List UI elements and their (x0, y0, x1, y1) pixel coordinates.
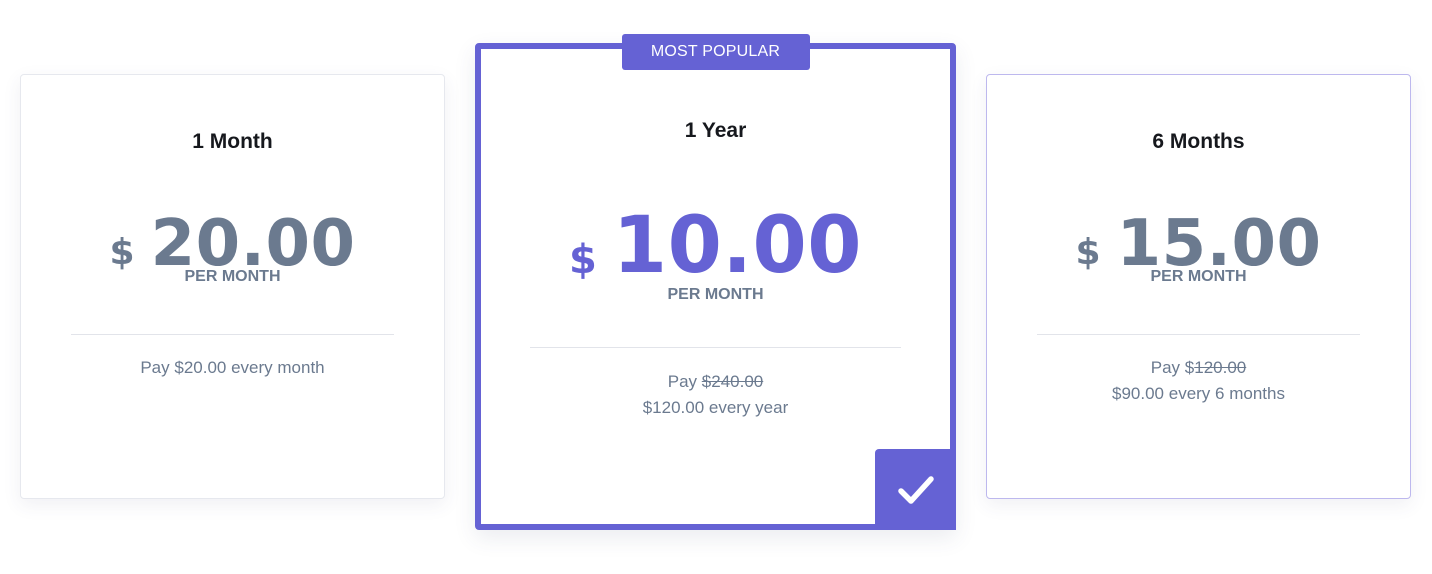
price: $ 15.00 (987, 199, 1410, 279)
divider (530, 347, 901, 348)
billing-description: Pay $120.00 $90.00 every 6 months (987, 355, 1410, 407)
currency-symbol: $ (568, 237, 597, 283)
price-period: PER MONTH (184, 268, 281, 285)
plan-title: 1 Month (192, 130, 273, 153)
price-period: PER MONTH (1150, 268, 1247, 285)
currency-symbol: $ (1075, 232, 1101, 273)
pay-prefix: Pay (140, 358, 175, 377)
original-price: 120.00 (1194, 358, 1247, 377)
divider (1037, 334, 1360, 335)
most-popular-badge: MOST POPULAR (621, 34, 810, 70)
plan-title: 6 Months (1152, 130, 1245, 153)
plan-card-1-month[interactable]: 1 Month $ 20.00 PER MONTH Pay $20.00 eve… (20, 74, 445, 499)
plan-card-1-year[interactable]: MOST POPULAR 1 Year $ 10.00 PER MONTH Pa… (475, 34, 956, 530)
plan-title: 1 Year (684, 119, 747, 142)
price: $ 20.00 (21, 199, 444, 279)
billing-description: Pay $20.00 every month (21, 355, 444, 381)
billing-line-2: $120.00 every year (642, 398, 789, 417)
checkmark-icon (897, 475, 934, 504)
price-period: PER MONTH (667, 286, 764, 303)
plan-card-6-months[interactable]: 6 Months $ 15.00 PER MONTH Pay $120.00 $… (986, 74, 1411, 499)
pay-prefix: Pay (667, 372, 702, 391)
billing-line-1: Pay $240.00 (481, 369, 950, 395)
pay-prefix: Pay $ (1150, 358, 1195, 377)
pay-amount: $20.00 every month (174, 358, 325, 377)
billing-description: Pay $240.00 $120.00 every year (481, 369, 950, 421)
billing-line-2: $90.00 every 6 months (1112, 384, 1285, 403)
price-amount: 10.00 (612, 201, 863, 291)
currency-symbol: $ (109, 232, 135, 273)
billing-line-1: Pay $120.00 (987, 355, 1410, 381)
divider (71, 334, 394, 335)
price: $ 10.00 (481, 197, 950, 289)
original-price: $240.00 (701, 372, 764, 391)
selected-indicator (875, 449, 956, 530)
